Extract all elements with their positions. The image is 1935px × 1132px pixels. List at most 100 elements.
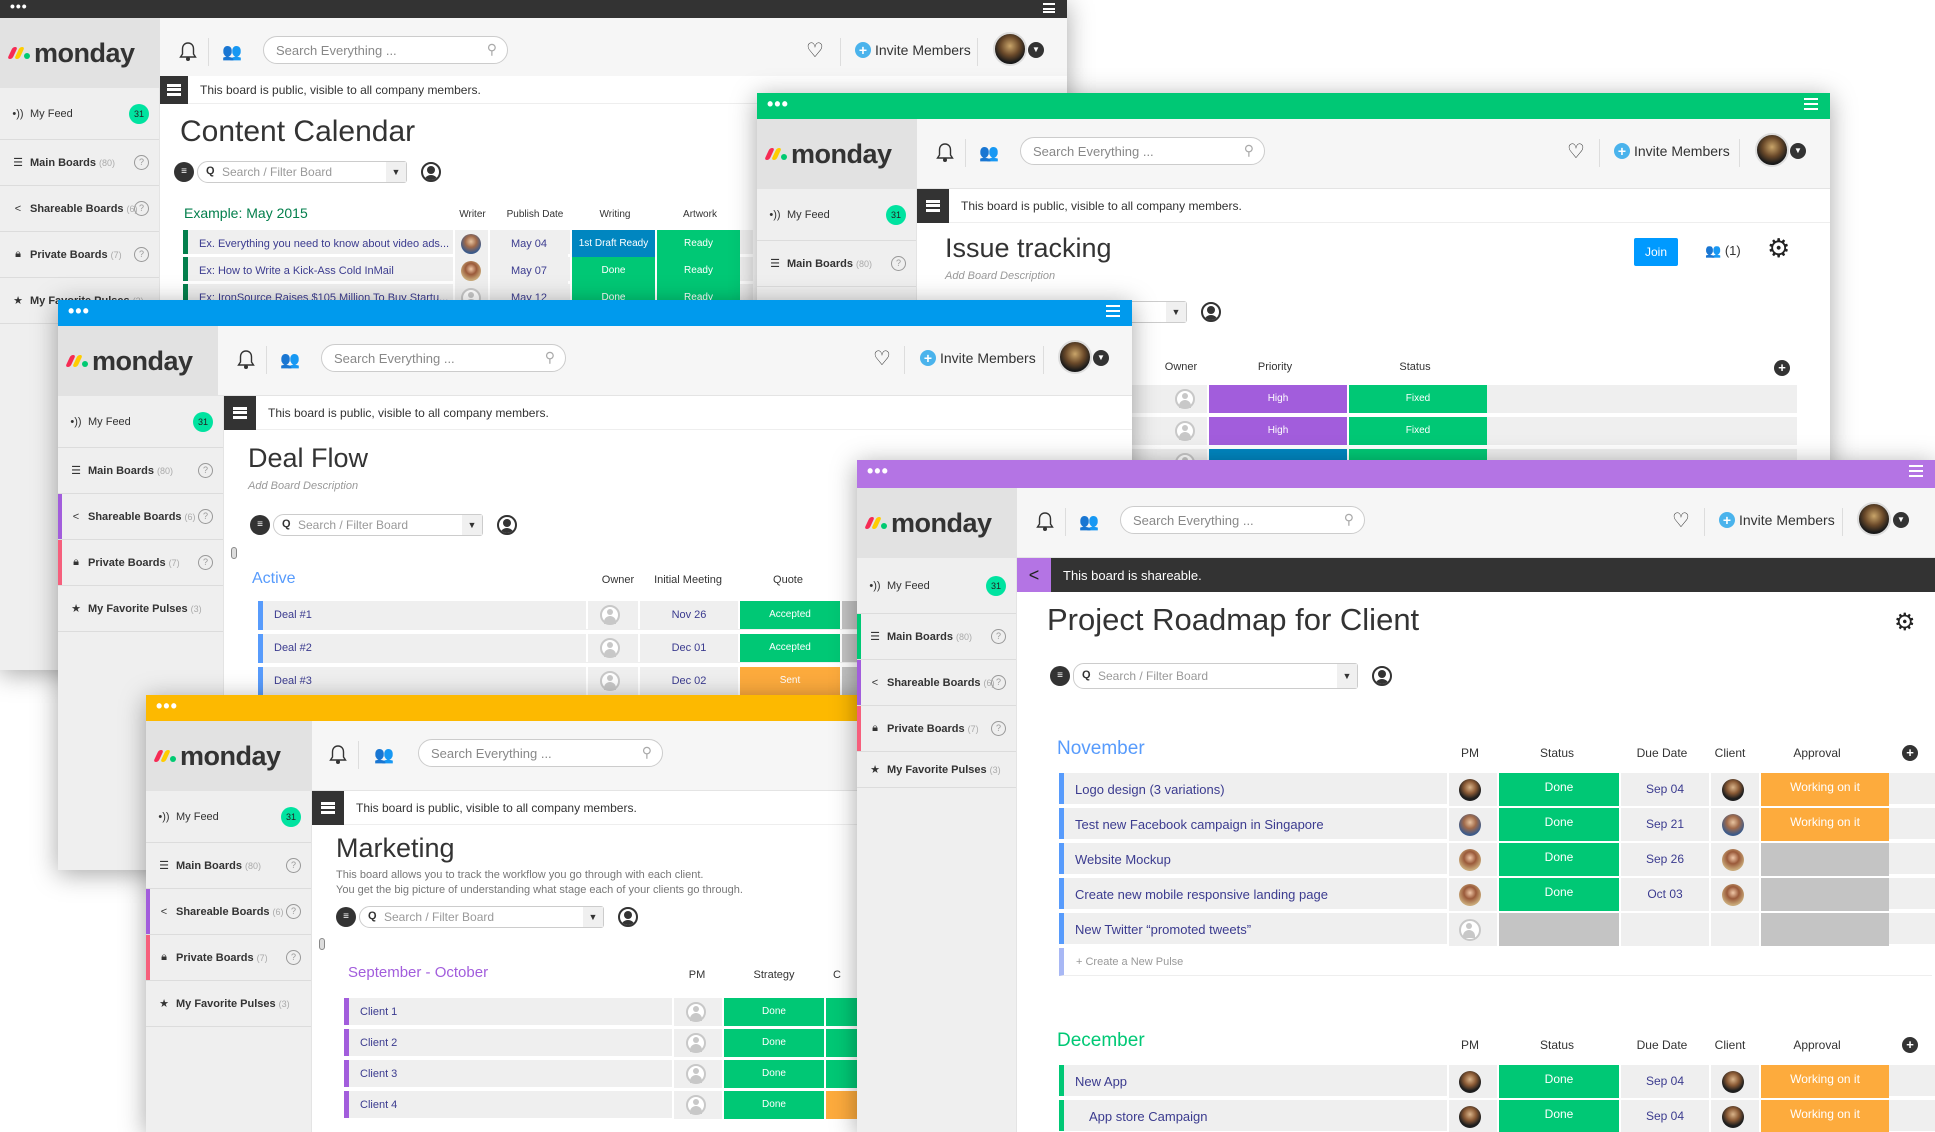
window-dots-icon[interactable]: ••• (10, 0, 28, 13)
sidebar-item-my-feed[interactable]: •)) My Feed 31 (146, 791, 311, 843)
board-menu-icon[interactable] (160, 75, 188, 104)
pulse-name[interactable]: Deal #3 (274, 667, 312, 695)
client-avatar[interactable] (1722, 814, 1744, 836)
status-cell[interactable]: Done (1497, 808, 1619, 841)
monday-logo[interactable]: monday (0, 18, 160, 88)
filter-dropdown-icon[interactable]: ▼ (583, 907, 603, 927)
add-column-icon[interactable]: + (1902, 1037, 1918, 1053)
table-row[interactable]: Logo design (3 variations) Done Sep 04 Work… (1059, 773, 1935, 806)
group-title[interactable]: November (1057, 738, 1145, 760)
filter-dropdown-icon[interactable]: ▼ (1166, 302, 1186, 322)
collapse-handle[interactable] (231, 547, 237, 559)
collapse-handle[interactable] (319, 938, 325, 950)
table-row[interactable]: Test new Facebook campaign in Singapore D… (1059, 808, 1935, 841)
search-everything-input[interactable]: Search Everything ... ⚲ (418, 739, 663, 767)
board-title[interactable]: Deal Flow (248, 443, 368, 474)
column-header-status[interactable]: Status (1497, 746, 1617, 760)
search-everything-input[interactable]: Search Everything ... ⚲ (263, 36, 508, 64)
column-header-status[interactable]: Status (1345, 361, 1485, 373)
group-title[interactable]: September - October (348, 964, 488, 981)
people-directory-icon[interactable]: 👥 (280, 350, 300, 370)
due-date-cell[interactable]: Sep 26 (1619, 843, 1709, 876)
sidebar-item-shareable-boards[interactable]: <Shareable Boards(6)? (58, 494, 223, 540)
user-avatar[interactable] (1857, 502, 1891, 536)
sidebar-item-main-boards[interactable]: ☰ Main Boards (80)? (146, 843, 311, 889)
sidebar-item-favorite-pulses[interactable]: ★My Favorite Pulses(3) (857, 752, 1016, 788)
sidebar-item-my-feed[interactable]: •)) My Feed 31 (757, 189, 916, 241)
user-avatar[interactable] (1755, 133, 1789, 167)
initial-meeting-cell[interactable]: Dec 01 (638, 634, 738, 662)
strategy-cell[interactable]: Done (722, 1091, 824, 1119)
initial-meeting-cell[interactable]: Nov 26 (638, 601, 738, 629)
owner-avatar[interactable] (1175, 421, 1195, 441)
filter-board-input[interactable]: Q Search / Filter Board ▼ (273, 514, 483, 536)
column-header-client[interactable]: Client (1707, 746, 1753, 760)
invite-members-button[interactable]: + Invite Members (920, 350, 1036, 366)
board-title[interactable]: Marketing (336, 833, 455, 864)
due-date-cell[interactable]: Sep 21 (1619, 808, 1709, 841)
pm-avatar[interactable] (1459, 919, 1481, 941)
window-dots-icon[interactable]: ••• (156, 695, 178, 717)
sidebar-item-shareable-boards[interactable]: <Shareable Boards(6)? (0, 186, 159, 232)
help-icon[interactable]: ? (286, 857, 301, 873)
notifications-bell-icon[interactable] (236, 349, 256, 371)
table-row[interactable]: Ex. Everything you need to know about vi… (183, 230, 753, 258)
help-icon[interactable]: ? (891, 255, 906, 271)
owner-avatar[interactable] (1175, 389, 1195, 409)
column-header-writing[interactable]: Writing (575, 209, 655, 220)
column-header-pm[interactable]: PM (1447, 746, 1493, 760)
table-row[interactable]: Ex: How to Write a Kick-Ass Cold InMail M… (183, 257, 753, 285)
approval-cell[interactable] (1759, 878, 1889, 911)
person-filter-icon[interactable] (497, 515, 517, 535)
group-title[interactable]: Active (252, 570, 296, 588)
sidebar-item-main-boards[interactable]: ☰ Main Boards (80)? (857, 614, 1016, 660)
sidebar-item-main-boards[interactable]: ☰ Main Boards (80)? (757, 241, 916, 287)
pulse-name[interactable]: Client 1 (360, 998, 397, 1026)
add-column-icon[interactable]: + (1902, 745, 1918, 761)
favorites-heart-icon[interactable]: ♡ (1567, 139, 1585, 164)
group-menu-icon[interactable]: ≡ (336, 907, 356, 927)
pulse-name[interactable]: Ex. Everything you need to know about vi… (199, 230, 449, 258)
column-header-writer[interactable]: Writer (455, 209, 490, 220)
approval-cell[interactable]: Working on it (1759, 773, 1889, 806)
owner-avatar[interactable] (600, 671, 620, 691)
column-header-initial-meeting[interactable]: Initial Meeting (640, 574, 736, 586)
sidebar-item-favorite-pulses[interactable]: ★My Favorite Pulses(3) (58, 586, 223, 632)
sidebar-item-my-feed[interactable]: •)) My Feed 31 (58, 396, 223, 448)
due-date-cell[interactable]: Sep 04 (1619, 1065, 1709, 1098)
filter-board-input[interactable]: Q Search / Filter Board ▼ (1073, 663, 1358, 689)
column-header-quote[interactable]: Quote (736, 574, 840, 586)
help-icon[interactable]: ? (198, 508, 213, 524)
table-row[interactable]: New Twitter “promoted tweets” (1059, 913, 1935, 946)
sidebar-item-shareable-boards[interactable]: <Shareable Boards(6)? (857, 660, 1016, 706)
board-menu-icon[interactable] (917, 188, 949, 223)
pm-avatar[interactable] (1459, 779, 1481, 801)
sidebar-item-private-boards[interactable]: 🔒︎ Private Boards (7)? (857, 706, 1016, 752)
due-date-cell[interactable]: Sep 04 (1619, 1100, 1709, 1132)
monday-logo[interactable]: monday (146, 721, 312, 791)
approval-cell[interactable] (1759, 913, 1889, 946)
window-menu-icon[interactable] (1909, 465, 1923, 477)
sidebar-item-main-boards[interactable]: ☰ Main Boards (80)? (58, 448, 223, 494)
due-date-cell[interactable]: Oct 03 (1619, 878, 1709, 911)
person-filter-icon[interactable] (1201, 302, 1221, 322)
window-titlebar[interactable]: ••• (0, 0, 1067, 18)
due-date-cell[interactable] (1619, 913, 1709, 946)
column-header-client[interactable]: Client (1707, 1038, 1753, 1052)
pm-avatar[interactable] (1459, 1071, 1481, 1093)
pulse-name[interactable]: New Twitter “promoted tweets” (1075, 913, 1251, 946)
status-cell[interactable]: Fixed (1347, 385, 1487, 413)
board-menu-icon[interactable] (224, 395, 256, 430)
status-cell[interactable]: Done (1497, 1065, 1619, 1098)
person-filter-icon[interactable] (421, 162, 441, 182)
priority-cell[interactable]: High (1207, 385, 1347, 413)
pulse-name[interactable]: Test new Facebook campaign in Singapore (1075, 808, 1324, 841)
approval-cell[interactable]: Working on it (1759, 1100, 1889, 1132)
pulse-name[interactable]: New App (1075, 1065, 1127, 1098)
client-avatar[interactable] (1722, 849, 1744, 871)
window-titlebar[interactable]: ••• (757, 93, 1830, 119)
writer-avatar[interactable] (461, 234, 481, 254)
help-icon[interactable]: ? (134, 200, 149, 216)
group-menu-icon[interactable]: ≡ (250, 515, 270, 535)
filter-board-input[interactable]: Q Search / Filter Board ▼ (197, 161, 407, 183)
